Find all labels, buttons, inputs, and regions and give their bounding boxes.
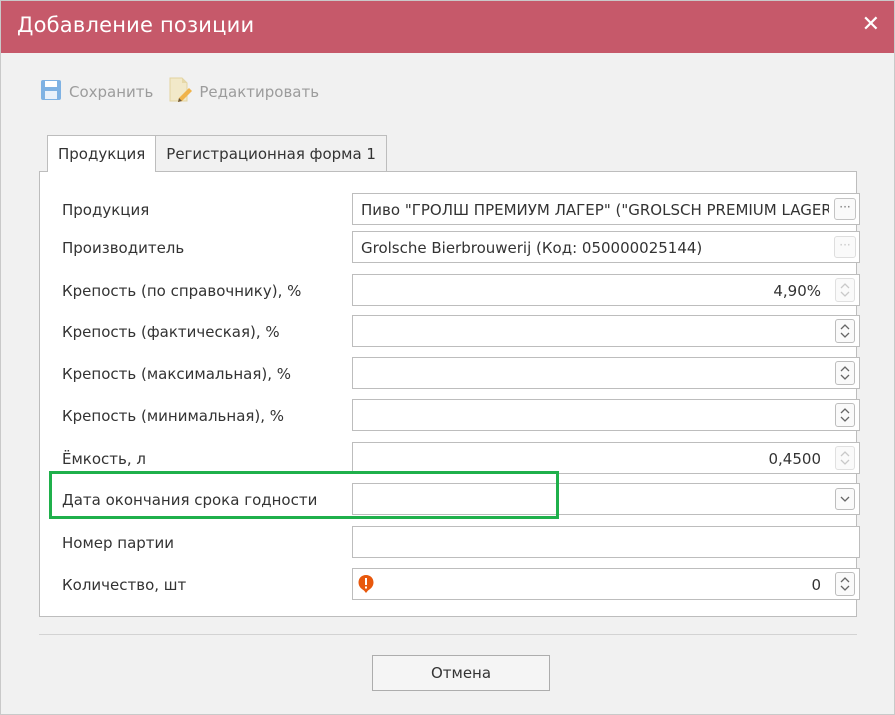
strength-max-field[interactable]: [352, 357, 860, 389]
row-product: Продукция Пиво "ГРОЛШ ПРЕМИУМ ЛАГЕР" ("G…: [40, 193, 860, 225]
volume-value: 0,4500: [768, 450, 822, 468]
row-strength-max: Крепость (максимальная), %: [40, 357, 860, 389]
quantity-spinner[interactable]: [835, 572, 855, 596]
save-icon: [39, 78, 63, 106]
strength-ref-value: 4,90%: [773, 282, 821, 300]
quantity-value: 0: [811, 576, 821, 594]
cancel-button[interactable]: Отмена: [372, 655, 550, 691]
edit-button[interactable]: Редактировать: [167, 76, 319, 108]
save-button[interactable]: Сохранить: [39, 78, 153, 106]
batch-number-label: Номер партии: [62, 534, 175, 552]
save-label: Сохранить: [69, 83, 154, 101]
expiry-date-field[interactable]: [352, 483, 860, 515]
add-item-dialog: Добавление позиции ✕ Сохранить Редактиро…: [0, 0, 895, 715]
close-icon[interactable]: ✕: [862, 13, 880, 37]
dialog-titlebar[interactable]: Добавление позиции ✕: [1, 1, 894, 53]
producer-value: Grolsche Bierbrouwerij (Код: 05000002514…: [361, 239, 703, 257]
dialog-title: Добавление позиции: [17, 13, 255, 37]
edit-document-icon: [167, 76, 193, 108]
strength-ref-spinner[interactable]: [835, 278, 855, 302]
strength-actual-spinner[interactable]: [835, 319, 855, 343]
row-strength-actual: Крепость (фактическая), %: [40, 315, 860, 347]
strength-min-label: Крепость (минимальная), %: [62, 407, 285, 425]
edit-label: Редактировать: [199, 83, 320, 101]
tab-products[interactable]: Продукция: [47, 135, 157, 172]
product-value: Пиво "ГРОЛШ ПРЕМИУМ ЛАГЕР" ("GROLSCH PRE…: [361, 201, 829, 219]
tab-registration-form-1[interactable]: Регистрационная форма 1: [156, 135, 387, 171]
product-label: Продукция: [62, 201, 150, 219]
tab-bar: Продукция Регистрационная форма 1: [47, 135, 387, 172]
toolbar: Сохранить Редактировать: [39, 75, 319, 109]
strength-max-label: Крепость (максимальная), %: [62, 365, 291, 383]
product-browse-button[interactable]: ···: [834, 198, 856, 220]
volume-label: Ёмкость, л: [62, 450, 146, 468]
chevron-down-icon[interactable]: [835, 488, 855, 510]
row-volume: Ёмкость, л 0,4500: [40, 442, 860, 474]
strength-min-spinner[interactable]: [835, 403, 855, 427]
strength-ref-label: Крепость (по справочнику), %: [62, 282, 302, 300]
row-producer: Производитель Grolsche Bierbrouwerij (Ко…: [40, 231, 860, 263]
form-panel: Продукция Пиво "ГРОЛШ ПРЕМИУМ ЛАГЕР" ("G…: [39, 171, 860, 617]
product-field[interactable]: Пиво "ГРОЛШ ПРЕМИУМ ЛАГЕР" ("GROLSCH PRE…: [352, 193, 860, 225]
warning-icon: [357, 574, 375, 594]
footer-divider: [39, 634, 857, 635]
tab-label: Продукция: [58, 145, 146, 163]
row-expiry-date: Дата окончания срока годности: [40, 483, 860, 515]
quantity-label: Количество, шт: [62, 576, 187, 594]
strength-min-field[interactable]: [352, 399, 860, 431]
producer-label: Производитель: [62, 239, 185, 257]
tab-label: Регистрационная форма 1: [166, 144, 376, 163]
strength-ref-field[interactable]: 4,90%: [352, 274, 860, 306]
cancel-label: Отмена: [430, 664, 492, 682]
producer-browse-button[interactable]: ···: [834, 236, 856, 258]
row-strength-min: Крепость (минимальная), %: [40, 399, 860, 431]
producer-field[interactable]: Grolsche Bierbrouwerij (Код: 05000002514…: [352, 231, 860, 263]
volume-spinner[interactable]: [835, 446, 855, 470]
strength-actual-label: Крепость (фактическая), %: [62, 323, 280, 341]
quantity-field[interactable]: 0: [352, 568, 860, 600]
strength-max-spinner[interactable]: [835, 361, 855, 385]
batch-number-field[interactable]: [352, 526, 860, 558]
expiry-date-label: Дата окончания срока годности: [62, 491, 318, 509]
strength-actual-field[interactable]: [352, 315, 860, 347]
volume-field[interactable]: 0,4500: [352, 442, 860, 474]
row-batch-number: Номер партии: [40, 526, 860, 558]
row-strength-ref: Крепость (по справочнику), % 4,90%: [40, 274, 860, 306]
row-quantity: Количество, шт 0: [40, 568, 860, 600]
